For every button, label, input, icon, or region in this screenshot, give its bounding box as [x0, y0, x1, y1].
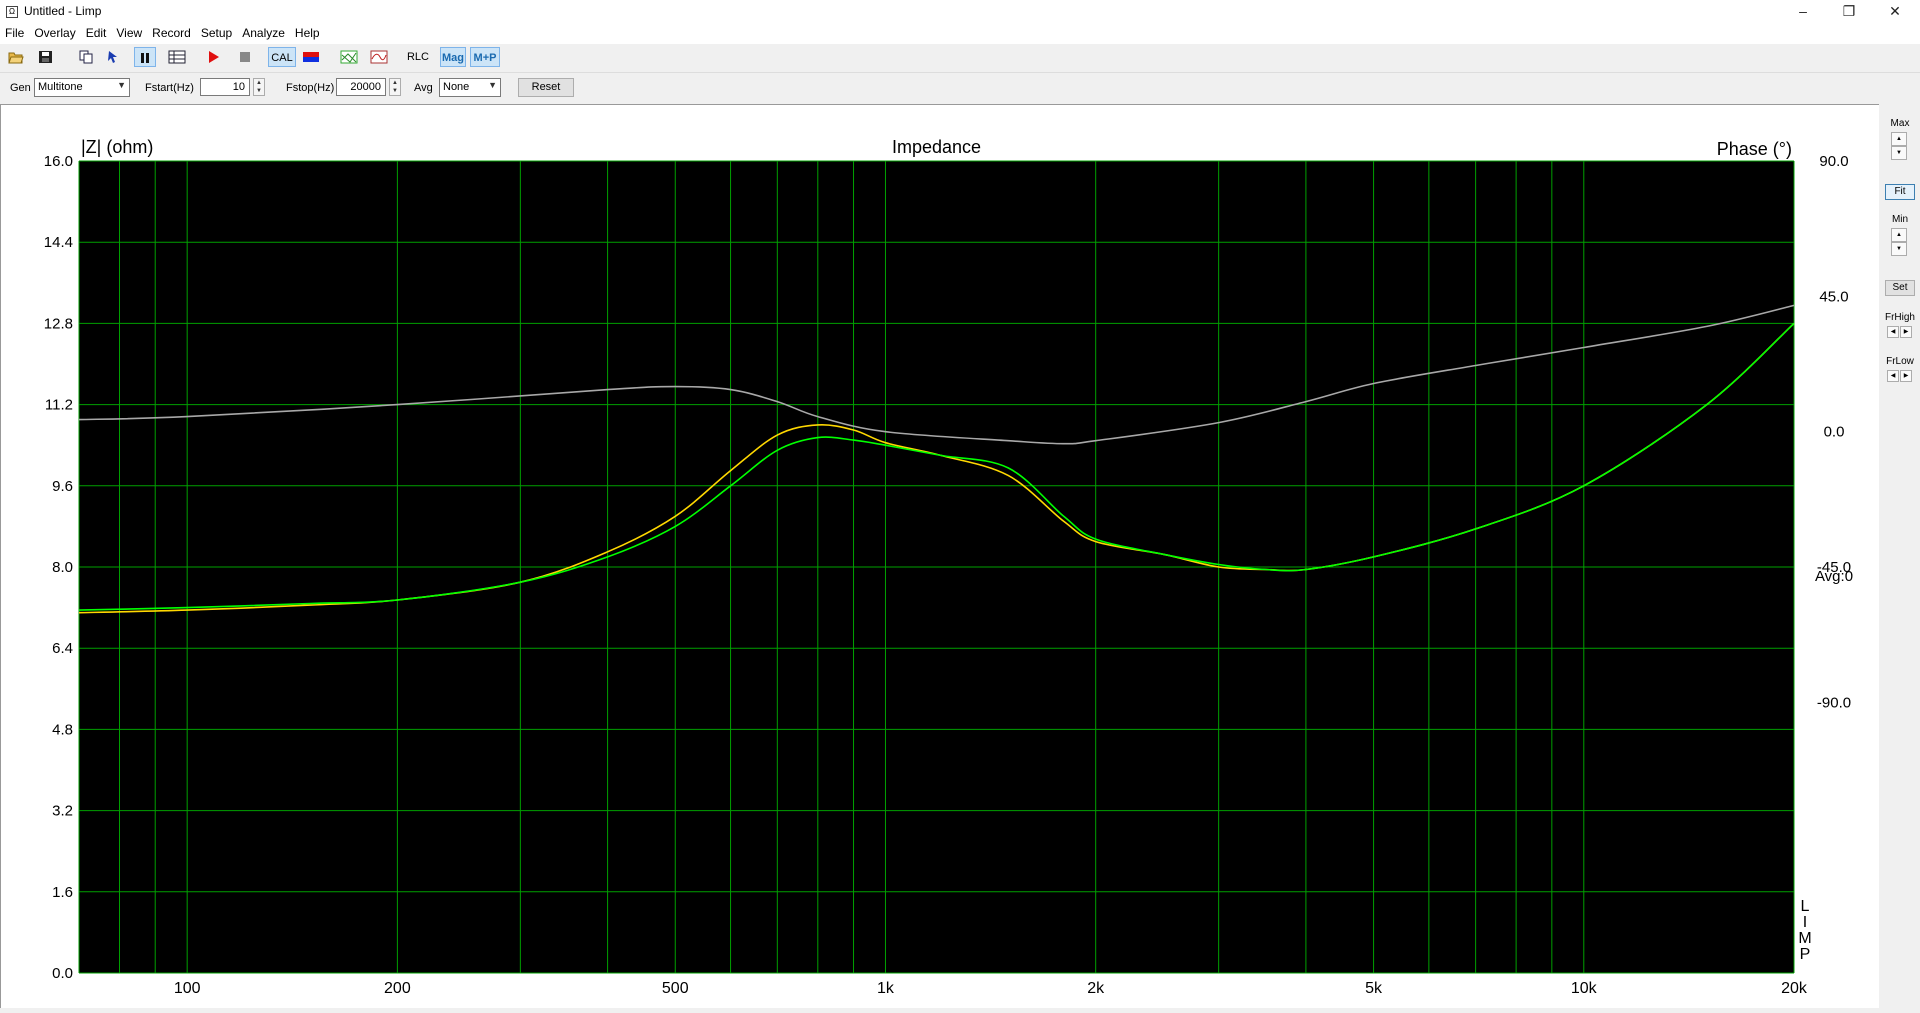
cal-button[interactable]: CAL: [268, 47, 296, 67]
chevron-down-icon: ▼: [488, 80, 497, 90]
fstart-spinner[interactable]: ▲ ▼: [253, 78, 265, 96]
vertical-letter: I: [1803, 914, 1807, 931]
y-tick-label: 9.6: [52, 478, 73, 495]
avg-select[interactable]: None ▼: [439, 78, 501, 97]
phase-tick-label: -90.0: [1817, 694, 1851, 711]
reset-button[interactable]: Reset: [518, 78, 574, 97]
restore-button[interactable]: ❐: [1826, 0, 1872, 22]
toolbar: CAL RLC Mag M+P: [0, 44, 1920, 73]
copy-icon[interactable]: [75, 47, 97, 67]
frlow-left-button[interactable]: ◀: [1887, 370, 1899, 382]
frlow-label: FrLow: [1886, 356, 1914, 367]
vertical-letter: L: [1801, 898, 1810, 915]
phase-tick-label: 45.0: [1819, 288, 1848, 305]
avg-select-value: None: [443, 81, 470, 93]
table-icon[interactable]: [166, 47, 188, 67]
frlow-right-button[interactable]: ▶: [1900, 370, 1912, 382]
y-tick-label: 12.8: [44, 315, 73, 332]
menu-view[interactable]: View: [111, 24, 147, 40]
x-tick-label: 500: [662, 980, 689, 997]
impedance-chart[interactable]: 0.0 1.6 3.2 4.8 6.4 8.0 9.6 11.2 12.8 14.4 16.0 100…: [1, 105, 1879, 1008]
phase-tick-label: 90.0: [1819, 153, 1848, 170]
avg-label: Avg: [414, 82, 433, 94]
max-label: Max: [1890, 118, 1910, 129]
y-tick-label: 8.0: [52, 559, 73, 576]
avg-label: Avg:0: [1815, 568, 1853, 585]
x-tick-label: 1k: [877, 980, 895, 997]
title-bar: Ω Untitled - Limp – ❐ ✕: [0, 0, 1920, 24]
app-icon: Ω: [6, 6, 18, 18]
rlc-button[interactable]: RLC: [404, 47, 432, 67]
x-tick-label: 200: [384, 980, 411, 997]
cursor-icon[interactable]: [102, 47, 124, 67]
fstart-input[interactable]: 10: [200, 78, 250, 96]
fstop-spinner[interactable]: ▲ ▼: [389, 78, 401, 96]
y-tick-label: 11.2: [45, 397, 73, 414]
close-button[interactable]: ✕: [1872, 0, 1918, 22]
frhigh-right-button[interactable]: ▶: [1900, 326, 1912, 338]
fstop-label: Fstop(Hz): [286, 82, 335, 94]
record-play-icon[interactable]: [202, 47, 224, 67]
gen-label: Gen: [10, 82, 31, 94]
y-tick-label: 0.0: [52, 965, 73, 982]
gen-select-value: Multitone: [38, 81, 83, 93]
vertical-letter: M: [1798, 930, 1811, 947]
open-folder-icon[interactable]: [5, 47, 27, 67]
mag-phase-button[interactable]: M+P: [470, 47, 500, 67]
max-up-button[interactable]: ▲: [1891, 132, 1907, 146]
save-icon[interactable]: [35, 47, 57, 67]
frhigh-left-button[interactable]: ◀: [1887, 326, 1899, 338]
y-tick-label: 14.4: [44, 234, 73, 251]
menu-edit[interactable]: Edit: [81, 24, 112, 40]
y-tick-label: 4.8: [52, 721, 73, 738]
window-title: Untitled - Limp: [24, 4, 102, 18]
fstart-label: Fstart(Hz): [145, 82, 194, 94]
set-button[interactable]: Set: [1885, 280, 1915, 296]
x-tick-label: 20k: [1781, 980, 1808, 997]
min-label: Min: [1891, 214, 1909, 225]
spectrum-icon[interactable]: [300, 47, 322, 67]
phase-tick-label: 0.0: [1824, 424, 1845, 441]
scale-control-panel: Max ▲ ▼ Fit Min ▲ ▼ Set FrHigh ◀ ▶ FrLow…: [1880, 104, 1920, 1007]
phase-curve-icon[interactable]: [368, 47, 390, 67]
parameters-bar: Gen Multitone ▼ Fstart(Hz) 10 ▲ ▼ Fstop(H…: [0, 74, 1920, 102]
vertical-letter: P: [1800, 946, 1811, 963]
y-tick-label: 1.6: [52, 884, 73, 901]
x-tick-label: 100: [174, 980, 201, 997]
min-up-button[interactable]: ▲: [1891, 228, 1907, 242]
max-down-button[interactable]: ▼: [1891, 146, 1907, 160]
y-tick-label: 16.0: [44, 153, 73, 170]
y-tick-label: 6.4: [52, 640, 73, 657]
pause-icon[interactable]: [134, 47, 156, 67]
menu-analyze[interactable]: Analyze: [237, 24, 290, 40]
impedance-curve-icon[interactable]: [338, 47, 360, 67]
menu-overlay[interactable]: Overlay: [29, 24, 80, 40]
menu-setup[interactable]: Setup: [196, 24, 237, 40]
fstop-input[interactable]: 20000: [336, 78, 386, 96]
x-tick-label: 5k: [1365, 980, 1383, 997]
y-tick-label: 3.2: [52, 803, 73, 820]
fit-button[interactable]: Fit: [1885, 184, 1915, 200]
y-axis-label: |Z| (ohm): [81, 137, 153, 157]
menu-help[interactable]: Help: [290, 24, 325, 40]
plot-area: 0.0 1.6 3.2 4.8 6.4 8.0 9.6 11.2 12.8 14.4 16.0 100…: [0, 104, 1879, 1008]
menu-bar: File Overlay Edit View Record Setup Analyze Hel…: [0, 24, 1920, 44]
menu-file[interactable]: File: [0, 24, 29, 40]
phase-axis-label: Phase (°): [1717, 139, 1792, 159]
mag-button[interactable]: Mag: [440, 47, 466, 67]
chart-title: Impedance: [892, 137, 981, 157]
minimize-button[interactable]: –: [1780, 0, 1826, 22]
x-tick-label: 10k: [1571, 980, 1598, 997]
x-tick-label: 2k: [1087, 980, 1105, 997]
menu-record[interactable]: Record: [147, 24, 196, 40]
min-down-button[interactable]: ▼: [1891, 242, 1907, 256]
frhigh-label: FrHigh: [1884, 312, 1915, 323]
stop-icon[interactable]: [234, 47, 256, 67]
gen-select[interactable]: Multitone ▼: [34, 78, 130, 97]
chevron-down-icon: ▼: [117, 80, 126, 90]
